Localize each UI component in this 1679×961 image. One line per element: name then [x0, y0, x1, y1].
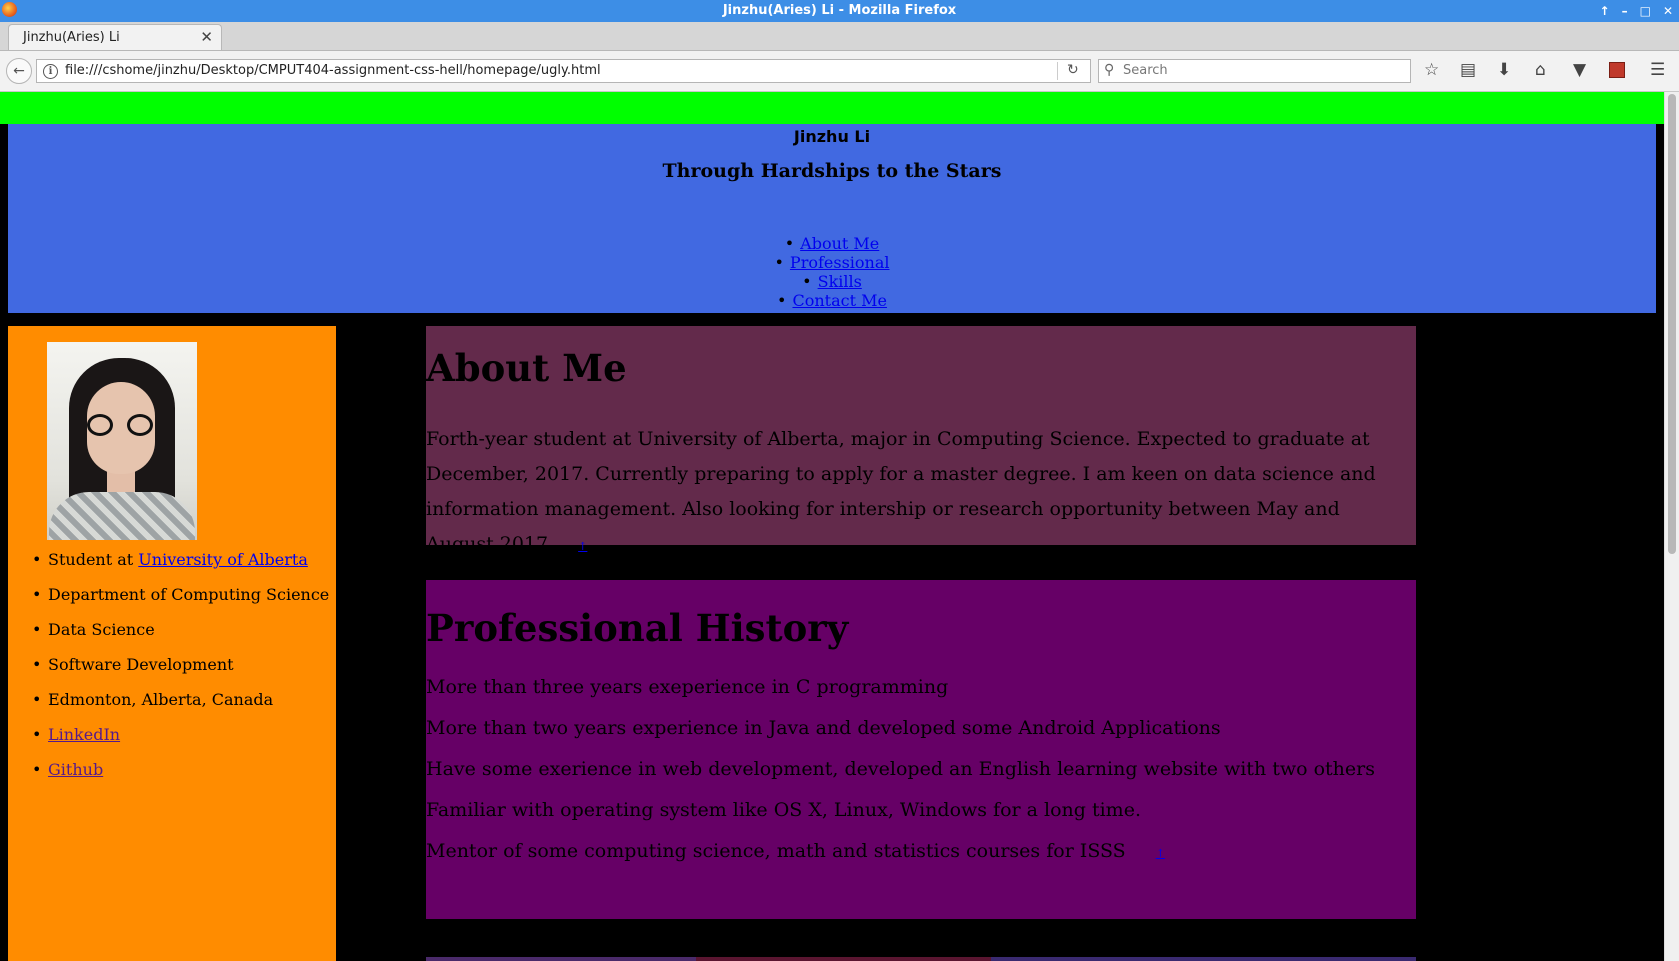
url-divider: [1057, 62, 1058, 80]
window-close-button[interactable]: ✕: [1663, 0, 1673, 22]
firefox-logo-icon: [2, 2, 17, 17]
tab-strip: Jinzhu(Aries) Li ✕ +: [0, 22, 1679, 69]
fact-github: Github: [8, 760, 329, 795]
tagline: Through Hardships to the Stars: [662, 160, 1002, 182]
fact-student: Student at University of Alberta: [8, 550, 329, 585]
nav-link-about[interactable]: About Me: [800, 234, 879, 253]
download-icon[interactable]: ⬇: [1497, 60, 1511, 80]
fact-department: Department of Computing Science: [8, 585, 329, 620]
nav-item-professional: Professional: [8, 253, 1656, 272]
university-link[interactable]: University of Alberta: [138, 550, 308, 569]
hamburger-menu-icon[interactable]: ☰: [1650, 60, 1665, 80]
tab-active[interactable]: Jinzhu(Aries) Li ✕: [8, 24, 222, 50]
professional-line: Mentor of some computing science, math a…: [426, 840, 1126, 862]
window-minimize-button[interactable]: –: [1622, 0, 1628, 22]
window-titlebar: Jinzhu(Aries) Li - Mozilla Firefox ↑ – □…: [0, 0, 1679, 22]
page-viewport: Jinzhu Li Through Hardships to the Stars…: [0, 92, 1664, 961]
pocket-icon[interactable]: ▼: [1573, 60, 1586, 80]
professional-back-to-top-link[interactable]: ↑: [1156, 847, 1165, 860]
nav-item-contact: Contact Me: [8, 291, 1656, 310]
search-bar[interactable]: ⚲ Search: [1098, 59, 1411, 83]
professional-line: More than two years experience in Java a…: [426, 717, 1221, 739]
professional-line: More than three years exeperience in C p…: [426, 676, 949, 698]
about-back-to-top-link[interactable]: ↑: [578, 540, 587, 553]
fact-student-prefix: Student at: [48, 550, 139, 569]
scrollbar-thumb[interactable]: [1668, 94, 1676, 554]
about-heading: About Me: [426, 346, 627, 390]
home-icon[interactable]: ⌂: [1535, 60, 1546, 80]
window-maximize-button[interactable]: □: [1640, 0, 1651, 22]
professional-line: Familiar with operating system like OS X…: [426, 799, 1141, 821]
nav-link-contact[interactable]: Contact Me: [792, 291, 886, 310]
navigation-toolbar: ← i file:///cshome/jinzhu/Desktop/CMPUT4…: [0, 51, 1679, 92]
fact-data-science: Data Science: [8, 620, 329, 655]
github-link[interactable]: Github: [48, 760, 103, 779]
url-text[interactable]: file:///cshome/jinzhu/Desktop/CMPUT404-a…: [65, 63, 601, 78]
window-title: Jinzhu(Aries) Li - Mozilla Firefox: [722, 3, 957, 18]
profile-facts-list: Student at University of Alberta Departm…: [8, 550, 329, 795]
tab-close-icon[interactable]: ✕: [200, 28, 213, 46]
site-name: Jinzhu Li: [793, 127, 871, 146]
next-section-edge: [426, 957, 1416, 961]
profile-sidebar: Student at University of Alberta Departm…: [8, 326, 336, 961]
tab-title: Jinzhu(Aries) Li: [23, 30, 120, 45]
url-bar[interactable]: i file:///cshome/jinzhu/Desktop/CMPUT404…: [36, 59, 1091, 83]
page-scrollbar[interactable]: [1664, 92, 1679, 961]
search-placeholder[interactable]: Search: [1123, 63, 1168, 78]
nav-link-skills[interactable]: Skills: [818, 272, 862, 291]
professional-line: Have some exerience in web development, …: [426, 758, 1375, 780]
extension-icon[interactable]: [1609, 62, 1625, 78]
bookmark-star-icon[interactable]: ☆: [1424, 60, 1439, 80]
profile-photo: [47, 342, 197, 540]
page-info-icon[interactable]: i: [43, 64, 58, 79]
professional-line-last: Mentor of some computing science, math a…: [426, 840, 1165, 862]
nav-item-about: About Me: [8, 234, 1656, 253]
nav-item-skills: Skills: [8, 272, 1656, 291]
about-text: Forth-year student at University of Albe…: [426, 428, 1376, 555]
linkedin-link[interactable]: LinkedIn: [48, 725, 120, 744]
nav-link-professional[interactable]: Professional: [790, 253, 890, 272]
section-nav: About Me Professional Skills Contact Me: [8, 234, 1656, 310]
fact-location: Edmonton, Alberta, Canada: [8, 690, 329, 725]
reload-icon[interactable]: ↻: [1067, 62, 1079, 78]
window-controls: ↑ – □ ✕: [1600, 0, 1673, 22]
professional-section: Professional History More than three yea…: [426, 580, 1416, 919]
fact-linkedin: LinkedIn: [8, 725, 329, 760]
professional-heading: Professional History: [426, 606, 849, 650]
window-raise-button[interactable]: ↑: [1600, 0, 1610, 22]
search-icon: ⚲: [1104, 62, 1115, 78]
fact-software-dev: Software Development: [8, 655, 329, 690]
page-header: Jinzhu Li Through Hardships to the Stars…: [8, 124, 1656, 313]
about-section: About Me Forth-year student at Universit…: [426, 326, 1416, 555]
library-icon[interactable]: ▤: [1460, 60, 1476, 80]
top-green-bar: [0, 92, 1664, 124]
about-paragraph: Forth-year student at University of Albe…: [426, 422, 1406, 564]
back-button[interactable]: ←: [6, 58, 32, 84]
